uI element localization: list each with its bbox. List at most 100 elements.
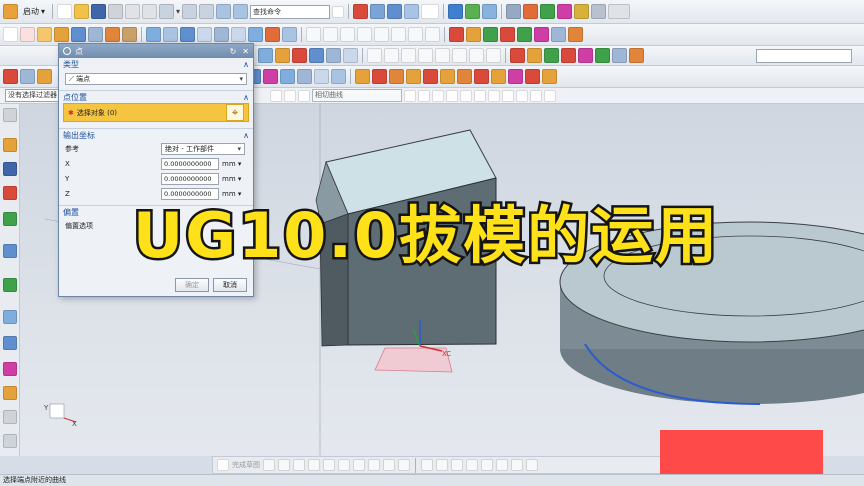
window-icon[interactable]	[216, 4, 232, 19]
pattern-icon[interactable]	[214, 27, 229, 42]
y-unit-dropdown[interactable]: mm ▾	[219, 175, 245, 183]
make-perpendicular-icon[interactable]	[440, 69, 455, 84]
start-button[interactable]: 启动 ▾	[20, 6, 48, 17]
trim-sheet-icon[interactable]	[544, 48, 559, 63]
angular-dim-icon[interactable]	[474, 69, 489, 84]
history-icon[interactable]	[3, 278, 17, 292]
color-palette-icon[interactable]	[557, 4, 573, 19]
y-coordinate-input[interactable]: 0.0000000000	[161, 172, 219, 185]
hole-icon[interactable]	[88, 27, 103, 42]
trim-body-icon[interactable]	[248, 27, 263, 42]
rapid-dimension-icon[interactable]	[466, 459, 478, 471]
n-sided-icon[interactable]	[517, 27, 532, 42]
redo-icon[interactable]	[182, 4, 198, 19]
collapse-icon[interactable]: ∧	[243, 93, 249, 102]
shell-icon[interactable]	[197, 27, 212, 42]
section-view-icon[interactable]	[482, 4, 498, 19]
trim-curve-icon[interactable]	[435, 48, 450, 63]
wrap-icon[interactable]	[612, 48, 627, 63]
replace-face-icon[interactable]	[37, 69, 52, 84]
cut-icon[interactable]	[108, 4, 124, 19]
split-body-icon[interactable]	[265, 27, 280, 42]
process-studio-icon[interactable]	[3, 336, 17, 350]
show-constraints-icon[interactable]	[496, 459, 508, 471]
snap-existing-icon[interactable]	[488, 89, 500, 102]
chamfer-tool-icon[interactable]	[338, 459, 350, 471]
open-folder-icon[interactable]	[74, 4, 90, 19]
part-navigator-tab-icon[interactable]	[3, 186, 17, 200]
mirror-icon[interactable]	[231, 27, 246, 42]
unform-icon[interactable]	[629, 48, 644, 63]
polygon-tool-icon[interactable]	[368, 459, 380, 471]
select-rect-icon[interactable]	[270, 89, 282, 102]
rectangle-tool-icon[interactable]	[353, 459, 365, 471]
quick-extend-icon[interactable]	[436, 459, 448, 471]
block-icon[interactable]	[122, 27, 137, 42]
wcs-icon[interactable]	[591, 4, 607, 19]
color-box-icon[interactable]	[421, 4, 440, 19]
copy-icon[interactable]	[125, 4, 141, 19]
more-icon[interactable]	[3, 410, 17, 424]
reference-dropdown[interactable]: 绝对 - 工作部件	[161, 142, 245, 155]
snap-intersection-icon[interactable]	[446, 89, 458, 102]
reset-icon[interactable]: ↻	[230, 47, 237, 56]
make-parallel-icon[interactable]	[423, 69, 438, 84]
radial-dim-icon[interactable]	[491, 69, 506, 84]
x-coordinate-input[interactable]: 0.0000000000	[161, 157, 219, 170]
line-tool-icon[interactable]	[278, 459, 290, 471]
arc-icon[interactable]	[323, 27, 338, 42]
shell-body-icon[interactable]	[525, 69, 540, 84]
snap-grid-icon[interactable]	[353, 4, 369, 19]
corner-icon[interactable]	[275, 48, 290, 63]
repeat-command-icon[interactable]	[199, 4, 215, 19]
scale-body-icon[interactable]	[595, 48, 610, 63]
quick-trim-icon[interactable]	[421, 459, 433, 471]
location-section-header[interactable]: 点位置 ∧	[59, 90, 253, 103]
measure-icon[interactable]	[523, 4, 539, 19]
wireframe-cube-icon[interactable]	[404, 4, 420, 19]
pull-face-icon[interactable]	[20, 69, 35, 84]
output-section-header[interactable]: 输出坐标 ∧	[59, 128, 253, 141]
cylinder-icon[interactable]	[326, 48, 341, 63]
dialog-settings-icon[interactable]	[63, 47, 71, 55]
snap-endpoint-icon[interactable]	[404, 89, 416, 102]
settings-gear-icon[interactable]	[3, 108, 17, 122]
datum-plane-icon[interactable]	[37, 27, 52, 42]
snap-on-face-icon[interactable]	[516, 89, 528, 102]
display-mode-icon[interactable]	[370, 4, 386, 19]
paste-icon[interactable]	[142, 4, 158, 19]
revolve-icon[interactable]	[71, 27, 86, 42]
curve-length-icon[interactable]	[418, 48, 433, 63]
shaded-cube-icon[interactable]	[387, 4, 403, 19]
copy-face-icon[interactable]	[331, 69, 346, 84]
ok-button[interactable]: 确定	[175, 278, 209, 292]
patch-icon[interactable]	[578, 48, 593, 63]
point-set-icon[interactable]	[401, 48, 416, 63]
chamfer-icon[interactable]	[163, 27, 178, 42]
point-tool-icon[interactable]	[383, 459, 395, 471]
rapid-dim-icon[interactable]	[258, 48, 273, 63]
ruler-icon[interactable]	[608, 4, 631, 19]
thicken-icon[interactable]	[551, 27, 566, 42]
collapse-icon[interactable]: ∧	[243, 131, 249, 140]
command-search-input[interactable]: 查找命令	[250, 4, 331, 19]
boolean-icon[interactable]	[105, 27, 120, 42]
fillet-tool-icon[interactable]	[323, 459, 335, 471]
extract-icon[interactable]	[568, 27, 583, 42]
intersect-curve-icon[interactable]	[425, 27, 440, 42]
dialog-title-bar[interactable]: 点 ↻ ✕	[59, 44, 253, 58]
arrow-triad-icon[interactable]	[574, 4, 590, 19]
make-corner-icon[interactable]	[451, 459, 463, 471]
part-navigator-icon[interactable]	[506, 4, 522, 19]
snap-center-icon[interactable]	[460, 89, 472, 102]
undo-icon[interactable]	[159, 4, 175, 19]
snap-grid-point-icon[interactable]	[544, 89, 556, 102]
extend-icon[interactable]	[486, 48, 501, 63]
sketch-icon[interactable]	[3, 27, 18, 42]
sweep-icon[interactable]	[500, 27, 515, 42]
roles-icon[interactable]	[3, 362, 17, 376]
spline-icon[interactable]	[340, 27, 355, 42]
offset-surface-icon[interactable]	[527, 48, 542, 63]
make-symmetric-icon[interactable]	[406, 69, 421, 84]
helix-icon[interactable]	[357, 27, 372, 42]
